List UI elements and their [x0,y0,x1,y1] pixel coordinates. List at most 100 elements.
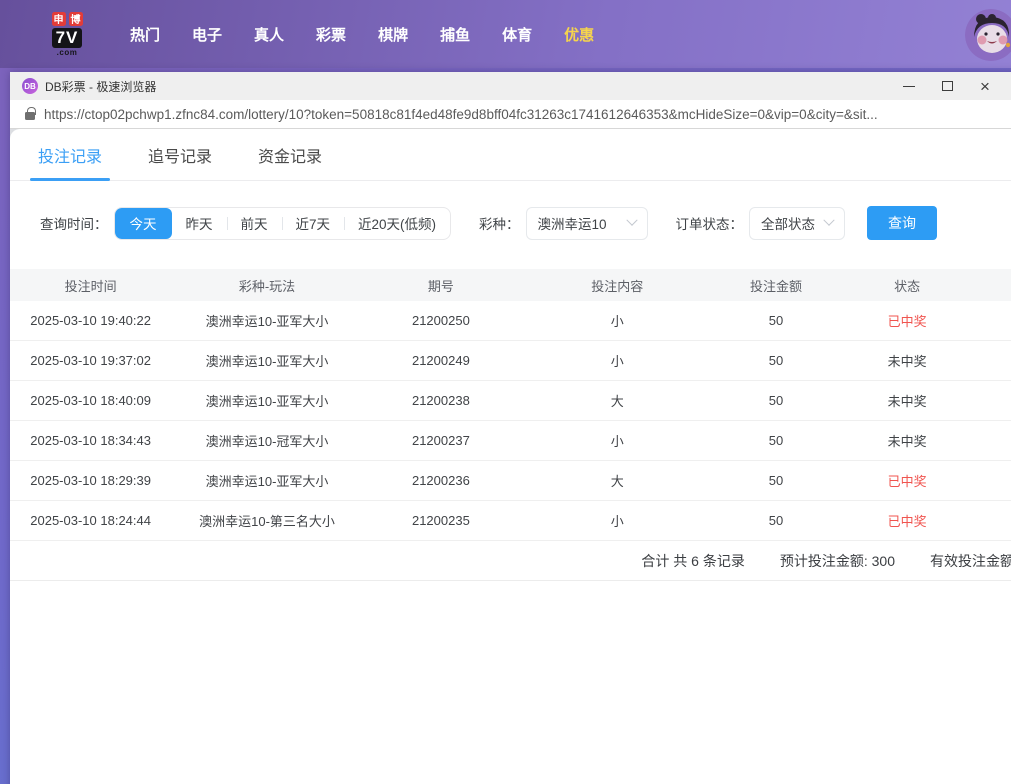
time-option-3[interactable]: 前天 [227,208,282,239]
table-row: 2025-03-10 18:24:44澳洲幸运10-第三名大小21200235小… [10,501,1011,541]
cell-time: 2025-03-10 18:24:44 [10,513,171,528]
column-header-3: 期号 [363,276,519,295]
column-header-6: 状态 [837,276,978,295]
time-option-5[interactable]: 近20天(低频) [344,208,450,239]
table-row: 2025-03-10 19:37:02澳洲幸运10-亚军大小21200249小5… [10,341,1011,381]
cell-content: 大 [519,471,716,490]
lottery-filter-label: 彩种： [479,213,520,233]
time-option-1[interactable]: 今天 [115,208,172,239]
column-header-5: 投注金额 [716,276,837,295]
url-text[interactable]: https://ctop02pchwp1.zfnc84.com/lottery/… [44,107,878,122]
table-row: 2025-03-10 18:40:09澳洲幸运10-亚军大小21200238大5… [10,381,1011,421]
order-status-value: 全部状态 [761,213,815,233]
cell-amount: 50 [716,313,837,328]
cell-content: 小 [519,511,716,530]
summary-valid-amount: 有效投注金额 [930,551,1011,571]
nav-item-5[interactable]: 棋牌 [362,24,424,45]
close-icon: × [980,78,990,95]
cell-issue: 21200249 [363,353,519,368]
cell-content: 大 [519,391,716,410]
cell-content: 小 [519,311,716,330]
window-title: DB彩票 - 极速浏览器 [45,78,890,95]
time-option-2[interactable]: 昨天 [172,208,227,239]
tab-2[interactable]: 追号记录 [148,129,212,181]
nav-menu: 热门电子真人彩票棋牌捕鱼体育优惠 [114,24,610,45]
chevron-down-icon [626,215,637,226]
cell-game: 澳洲幸运10-第三名大小 [171,511,363,530]
logo-badge-1: 申 [52,12,66,26]
maximize-button[interactable] [928,72,966,100]
cell-amount: 50 [716,513,837,528]
nav-item-1[interactable]: 热门 [114,24,176,45]
cell-content: 小 [519,431,716,450]
order-status-label: 订单状态： [676,213,744,233]
browser-content: 投注记录追号记录资金记录 查询时间： 今天昨天前天近7天近20天(低频) 彩种：… [10,129,1011,784]
summary-expected-amount: 预计投注金额: 300 [780,551,895,571]
cell-game: 澳洲幸运10-冠军大小 [171,431,363,450]
table-header-row: 投注时间彩种-玩法期号投注内容投注金额状态 [10,269,1011,301]
table-row: 2025-03-10 18:29:39澳洲幸运10-亚军大小21200236大5… [10,461,1011,501]
nav-item-4[interactable]: 彩票 [300,24,362,45]
cell-status: 未中奖 [837,351,978,370]
cell-game: 澳洲幸运10-亚军大小 [171,311,363,330]
lottery-select[interactable]: 澳洲幸运10 [526,207,648,240]
window-controls: × [890,72,1004,100]
cell-game: 澳洲幸运10-亚军大小 [171,391,363,410]
cell-time: 2025-03-10 18:40:09 [10,393,171,408]
cell-status: 已中奖 [837,471,978,490]
logo-suffix: .com [57,48,78,57]
tab-1[interactable]: 投注记录 [38,129,102,181]
time-filter-label: 查询时间： [40,213,108,233]
page: 投注记录追号记录资金记录 查询时间： 今天昨天前天近7天近20天(低频) 彩种：… [10,129,1011,784]
table-body: 2025-03-10 19:40:22澳洲幸运10-亚军大小21200250小5… [10,301,1011,541]
nav-item-6[interactable]: 捕鱼 [424,24,486,45]
cell-time: 2025-03-10 18:29:39 [10,473,171,488]
logo-main: 7V [52,28,83,48]
cell-amount: 50 [716,433,837,448]
cell-status: 未中奖 [837,431,978,450]
avatar-image [965,9,1011,61]
minimize-icon [903,86,915,87]
bet-records-table: 投注时间彩种-玩法期号投注内容投注金额状态 2025-03-10 19:40:2… [10,269,1011,581]
order-status-select[interactable]: 全部状态 [749,207,845,240]
cell-game: 澳洲幸运10-亚军大小 [171,351,363,370]
window-titlebar[interactable]: DB DB彩票 - 极速浏览器 × [10,72,1011,100]
cell-amount: 50 [716,393,837,408]
cell-status: 已中奖 [837,311,978,330]
time-option-4[interactable]: 近7天 [282,208,345,239]
logo-badge-2: 博 [69,12,83,26]
logo-badges: 申 博 [52,12,83,26]
lottery-select-value: 澳洲幸运10 [538,213,607,233]
cell-amount: 50 [716,473,837,488]
summary-row: 合计 共 6 条记录 预计投注金额: 300 有效投注金额 [10,541,1011,581]
cell-game: 澳洲幸运10-亚军大小 [171,471,363,490]
summary-total: 合计 共 6 条记录 [641,551,744,571]
minimize-button[interactable] [890,72,928,100]
tab-bar: 投注记录追号记录资金记录 [10,129,1011,181]
cell-time: 2025-03-10 18:34:43 [10,433,171,448]
tab-3[interactable]: 资金记录 [258,129,322,181]
nav-item-3[interactable]: 真人 [238,24,300,45]
cell-content: 小 [519,351,716,370]
nav-item-7[interactable]: 体育 [486,24,548,45]
cell-issue: 21200250 [363,313,519,328]
cell-status: 未中奖 [837,391,978,410]
user-avatar[interactable] [965,9,1011,61]
column-header-1: 投注时间 [10,276,171,295]
browser-window: DB DB彩票 - 极速浏览器 × https://ctop02pchwp1.z… [10,72,1011,784]
lock-icon [25,112,35,120]
nav-item-2[interactable]: 电子 [176,24,238,45]
close-button[interactable]: × [966,72,1004,100]
site-favicon: DB [22,78,38,94]
table-row: 2025-03-10 19:40:22澳洲幸运10-亚军大小21200250小5… [10,301,1011,341]
nav-item-8[interactable]: 优惠 [548,24,610,45]
site-logo[interactable]: 申 博 7V .com [38,12,96,57]
query-button[interactable]: 查询 [867,206,937,240]
cell-issue: 21200236 [363,473,519,488]
cell-issue: 21200238 [363,393,519,408]
address-bar[interactable]: https://ctop02pchwp1.zfnc84.com/lottery/… [10,100,1011,129]
filter-row: 查询时间： 今天昨天前天近7天近20天(低频) 彩种： 澳洲幸运10 订单状态：… [40,207,1011,239]
cell-status: 已中奖 [837,511,978,530]
column-header-4: 投注内容 [519,276,716,295]
maximize-icon [942,81,953,91]
